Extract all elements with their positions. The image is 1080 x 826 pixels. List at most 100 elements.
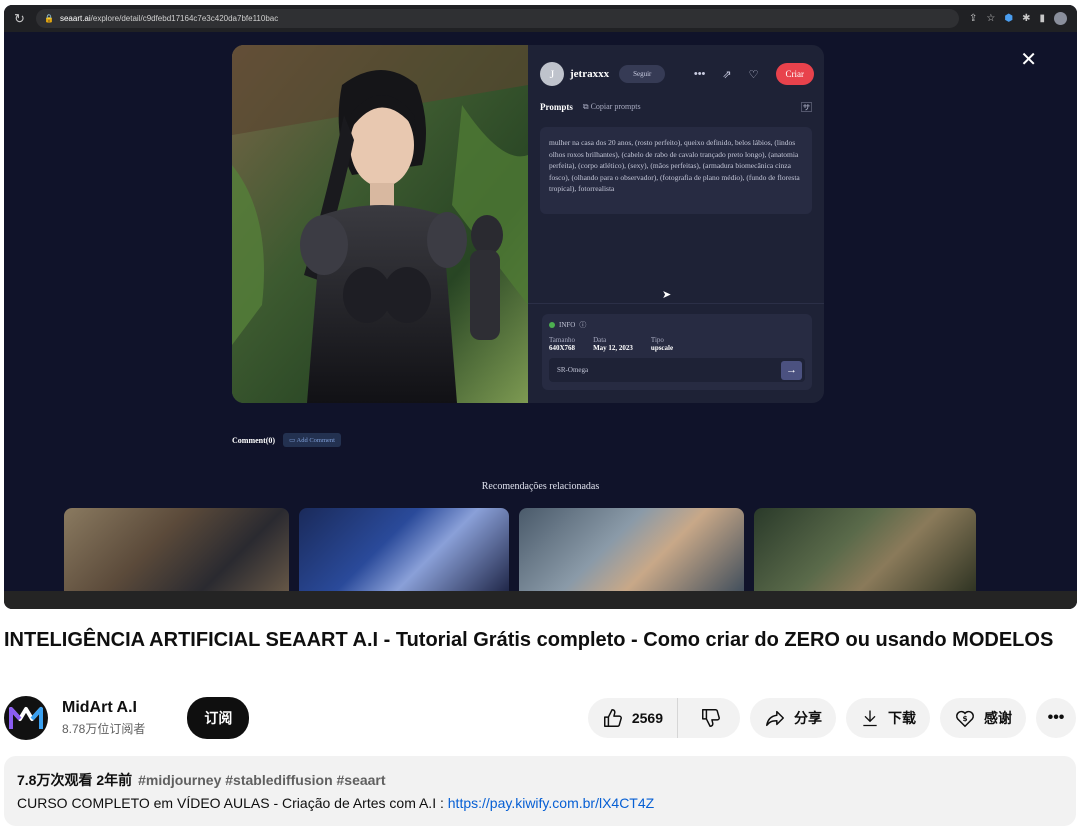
info-header: INFO ⓘ (549, 320, 805, 330)
info-size-value: 640X768 (549, 344, 576, 352)
svg-text:$: $ (962, 714, 967, 723)
copy-icon: ⧉ (582, 102, 591, 111)
heart-dollar-icon: $ (956, 710, 974, 728)
generated-artwork-image[interactable] (232, 45, 528, 403)
close-icon[interactable]: ✕ (1020, 47, 1037, 72)
image-detail-card: J jetraxxx Seguir ••• ⇗ ♡ Criar Prompts … (232, 45, 824, 403)
prompt-text: mulher na casa dos 20 anos, (rosto perfe… (540, 127, 812, 214)
sidebar-icon[interactable]: ▮ (1039, 13, 1045, 24)
add-comment-label: Add Comment (296, 437, 335, 444)
subscriber-count: 8.78万位订阅者 (62, 722, 146, 736)
url-text: seaart.ai/explore/detail/c9dfebd17164c7e… (59, 14, 279, 23)
artwork-illustration (232, 45, 528, 403)
subscribe-button[interactable]: 订阅 (187, 697, 250, 739)
description-box[interactable]: 7.8万次观看 2年前 #midjourney #stablediffusion … (4, 756, 1076, 826)
description-body: CURSO COMPLETO em VÍDEO AULAS - Criação … (17, 795, 448, 811)
thumbs-down-icon (702, 709, 720, 727)
thanks-button[interactable]: $ 感谢 (940, 698, 1026, 738)
reload-icon[interactable]: ↻ (14, 11, 32, 27)
comment-row: Comment(0) ▭ Add Comment (232, 433, 341, 447)
info-label: INFO (559, 321, 576, 329)
description-text: CURSO COMPLETO em VÍDEO AULAS - Criação … (17, 795, 1063, 811)
lock-icon: 🔒 (44, 14, 54, 23)
channel-avatar[interactable] (4, 696, 48, 740)
info-type-value: upscale (650, 344, 674, 352)
author-username[interactable]: jetraxxx (570, 68, 609, 80)
recommendations-title: Recomendações relacionadas (481, 481, 600, 492)
browser-toolbar: ↻ 🔒 seaart.ai/explore/detail/c9dfebd1716… (4, 5, 1077, 32)
thumbs-up-icon (603, 709, 622, 727)
translate-icon[interactable]: 🈂 (801, 99, 812, 115)
views-and-date: 7.8万次观看 2年前 (17, 772, 133, 788)
description-meta: 7.8万次观看 2年前 #midjourney #stablediffusion … (17, 770, 1063, 790)
comment-count: Comment(0) (232, 435, 276, 445)
arrow-right-icon[interactable]: → (781, 360, 802, 380)
info-type-key: Tipo (650, 336, 664, 344)
prompts-header: Prompts ⧉ Copiar prompts 🈂 (528, 91, 824, 123)
recommendations-grid (64, 508, 976, 598)
info-help-icon[interactable]: ⓘ (579, 320, 586, 330)
video-title: INTELIGÊNCIA ARTIFICIAL SEAART A.I - Tut… (4, 629, 1054, 651)
share-page-icon[interactable]: ⇪ (969, 13, 977, 24)
bookmark-star-icon[interactable]: ☆ (986, 13, 995, 24)
info-date-value: May 12, 2023 (593, 344, 633, 352)
thanks-label: 感谢 (984, 710, 1012, 726)
info-section: INFO ⓘ Tamanho 640X768 Data May 12, 2023 (528, 303, 824, 403)
recommendation-thumbnail[interactable] (299, 508, 509, 598)
copy-prompts-label: Copiar prompts (590, 102, 641, 111)
detail-side-panel: J jetraxxx Seguir ••• ⇗ ♡ Criar Prompts … (528, 45, 824, 403)
download-icon (863, 710, 877, 727)
more-options-icon[interactable]: ••• (694, 68, 706, 80)
recommendation-thumbnail[interactable] (64, 508, 289, 598)
add-comment-button[interactable]: ▭ Add Comment (283, 433, 341, 447)
info-size: Tamanho 640X768 (549, 336, 575, 352)
channel-info: MidArt A.I 8.78万位订阅者 (62, 699, 145, 737)
midart-logo-icon (9, 707, 43, 729)
channel-row: MidArt A.I 8.78万位订阅者 订阅 2569 分享 下载 $ 感谢 … (4, 694, 1076, 742)
header-actions: ••• ⇗ ♡ Criar (694, 63, 814, 85)
share-button[interactable]: 分享 (750, 698, 836, 738)
puzzle-icon[interactable]: ✱ (1022, 13, 1030, 24)
copy-prompts-button[interactable]: ⧉ Copiar prompts (583, 102, 641, 112)
info-status-icon (549, 322, 555, 328)
like-count: 2569 (631, 710, 663, 726)
recommendation-thumbnail[interactable] (754, 508, 976, 598)
create-button[interactable]: Criar (775, 63, 814, 85)
course-link[interactable]: https://pay.kiwify.com.br/lX4CT4Z (448, 795, 654, 811)
download-label: 下载 (888, 710, 916, 726)
address-bar[interactable]: 🔒 seaart.ai/explore/detail/c9dfebd17164c… (36, 9, 959, 28)
comment-icon: ▭ (289, 437, 297, 444)
browser-icons: ⇪ ☆ ⬢ ✱ ▮ (969, 12, 1067, 25)
info-type: Tipo upscale (651, 336, 673, 352)
channel-name[interactable]: MidArt A.I (62, 699, 145, 717)
mouse-cursor-icon: ➤ (662, 289, 672, 301)
model-name: SR-Omega (557, 366, 589, 374)
dislike-button[interactable] (686, 698, 740, 738)
more-actions-button[interactable]: ••• (1036, 698, 1076, 738)
more-horizontal-icon: ••• (1047, 709, 1065, 726)
video-player[interactable]: ↻ 🔒 seaart.ai/explore/detail/c9dfebd1716… (4, 5, 1077, 609)
prompts-title: Prompts (540, 102, 573, 112)
info-size-key: Tamanho (549, 336, 575, 344)
author-header: J jetraxxx Seguir ••• ⇗ ♡ Criar (528, 45, 824, 91)
author-avatar[interactable]: J (540, 62, 564, 86)
share-icon[interactable]: ⇗ (722, 68, 731, 81)
hashtags[interactable]: #midjourney #stablediffusion #seaart (138, 772, 385, 788)
share-label: 分享 (794, 710, 822, 726)
like-button[interactable]: 2569 (588, 698, 678, 738)
video-progress-area[interactable] (4, 591, 1077, 609)
follow-button[interactable]: Seguir (619, 65, 666, 83)
heart-icon[interactable]: ♡ (749, 68, 759, 81)
download-button[interactable]: 下载 (846, 698, 930, 738)
like-dislike-group: 2569 (587, 698, 740, 738)
video-actions: 2569 分享 下载 $ 感谢 ••• (587, 698, 1076, 738)
model-row[interactable]: SR-Omega → (549, 358, 805, 382)
profile-avatar-icon[interactable] (1054, 12, 1067, 25)
info-columns: Tamanho 640X768 Data May 12, 2023 Tipo u… (549, 336, 805, 352)
share-arrow-icon (766, 710, 784, 727)
info-date: Data May 12, 2023 (593, 336, 633, 352)
info-date-key: Data (593, 336, 607, 344)
extension-icon[interactable]: ⬢ (1004, 13, 1013, 24)
recommendation-thumbnail[interactable] (519, 508, 744, 598)
info-box: INFO ⓘ Tamanho 640X768 Data May 12, 2023 (542, 314, 812, 390)
